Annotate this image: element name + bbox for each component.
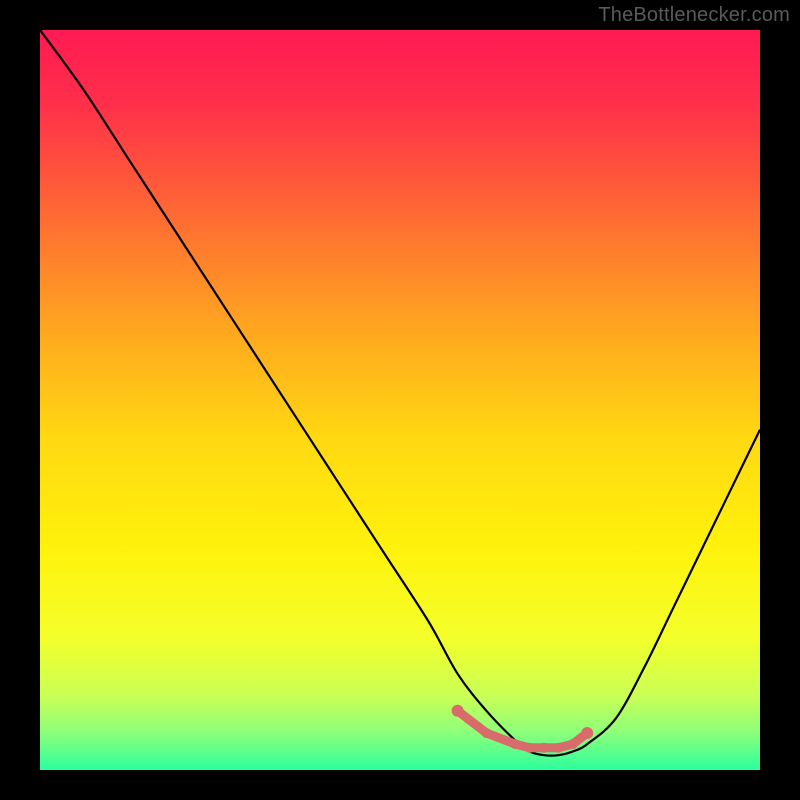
- watermark-label: TheBottlenecker.com: [598, 4, 790, 27]
- highlight-dot: [452, 705, 464, 717]
- highlight-dot: [481, 728, 491, 738]
- chart-svg: [40, 30, 760, 770]
- gradient-background: [40, 30, 760, 770]
- highlight-dot: [568, 739, 578, 749]
- highlight-dot: [539, 743, 549, 753]
- plot-area: [40, 30, 760, 770]
- highlight-dot: [553, 743, 563, 753]
- highlight-dot: [510, 739, 520, 749]
- highlight-dot: [525, 743, 535, 753]
- chart-frame: TheBottlenecker.com: [0, 0, 800, 800]
- highlight-dot: [581, 727, 593, 739]
